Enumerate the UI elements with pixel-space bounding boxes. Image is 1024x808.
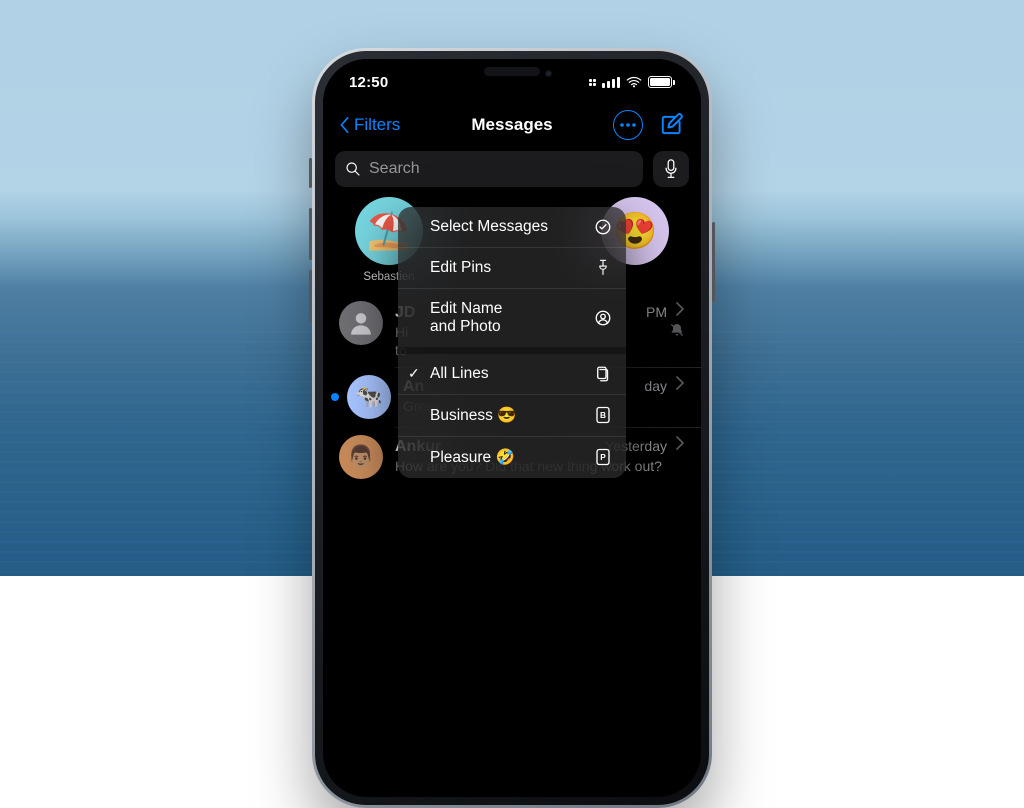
- wifi-icon: [626, 76, 642, 88]
- checkmark-icon: ✓: [408, 365, 420, 382]
- screen: 12:50: [323, 59, 701, 797]
- compose-button[interactable]: [659, 112, 685, 138]
- sim-b-icon: B: [594, 406, 612, 424]
- back-label: Filters: [354, 115, 400, 135]
- menu-item-edit-pins[interactable]: Edit Pins: [398, 247, 626, 288]
- menu-item-all-lines[interactable]: ✓ All Lines: [398, 347, 626, 394]
- search-placeholder: Search: [369, 160, 420, 178]
- power-button: [712, 222, 715, 302]
- status-time: 12:50: [349, 74, 388, 91]
- status-bar: 12:50: [323, 59, 701, 105]
- svg-text:P: P: [600, 453, 606, 462]
- sim-p-icon: P: [594, 448, 612, 466]
- search-input[interactable]: Search: [335, 151, 643, 187]
- search-icon: [345, 161, 361, 177]
- check-circle-icon: [594, 218, 612, 236]
- menu-item-edit-name-photo[interactable]: Edit Name and Photo: [398, 288, 626, 347]
- timestamp: day: [644, 378, 667, 394]
- menu-item-select-messages[interactable]: Select Messages: [398, 207, 626, 247]
- menu-item-label: Business 😎: [430, 406, 517, 425]
- menu-item-pleasure[interactable]: Pleasure 🤣 P: [398, 436, 626, 478]
- volume-down-button: [309, 270, 312, 322]
- svg-text:B: B: [600, 411, 606, 420]
- phone-frame: 12:50: [312, 48, 712, 808]
- menu-item-label: Edit Pins: [430, 259, 491, 277]
- menu-item-label: Select Messages: [430, 218, 548, 236]
- menu-item-label: Pleasure 🤣: [430, 448, 515, 467]
- more-menu-button[interactable]: [613, 110, 643, 140]
- nav-bar: Filters Messages: [323, 105, 701, 145]
- dual-sim-icon: [589, 79, 596, 86]
- volume-up-button: [309, 208, 312, 260]
- ringer-switch: [309, 158, 312, 188]
- unread-dot: [331, 393, 339, 401]
- sims-icon: [594, 365, 612, 383]
- chevron-right-icon: [675, 301, 685, 317]
- person-circle-icon: [594, 309, 612, 327]
- battery-icon: [648, 76, 676, 88]
- cellular-icon: [602, 77, 620, 88]
- ellipsis-icon: [620, 123, 636, 127]
- timestamp: PM: [646, 304, 667, 320]
- page-title: Messages: [471, 115, 552, 135]
- pin-icon: [594, 259, 612, 277]
- chevron-left-icon: [339, 116, 351, 134]
- avatar: 👨🏽: [339, 435, 383, 479]
- chevron-right-icon: [675, 375, 685, 391]
- menu-item-business[interactable]: Business 😎 B: [398, 394, 626, 436]
- dictate-button[interactable]: [653, 151, 689, 187]
- avatar: 🐄: [347, 375, 391, 419]
- menu-item-label: All Lines: [430, 365, 489, 383]
- avatar: [339, 301, 383, 345]
- more-menu-popover: Select Messages Edit Pins Edit Name and …: [398, 207, 626, 478]
- menu-item-label: Edit Name and Photo: [430, 300, 502, 336]
- chevron-right-icon: [675, 435, 685, 451]
- person-icon: [347, 309, 375, 337]
- muted-icon: [669, 322, 685, 338]
- back-button[interactable]: Filters: [339, 115, 400, 135]
- microphone-icon: [664, 159, 678, 179]
